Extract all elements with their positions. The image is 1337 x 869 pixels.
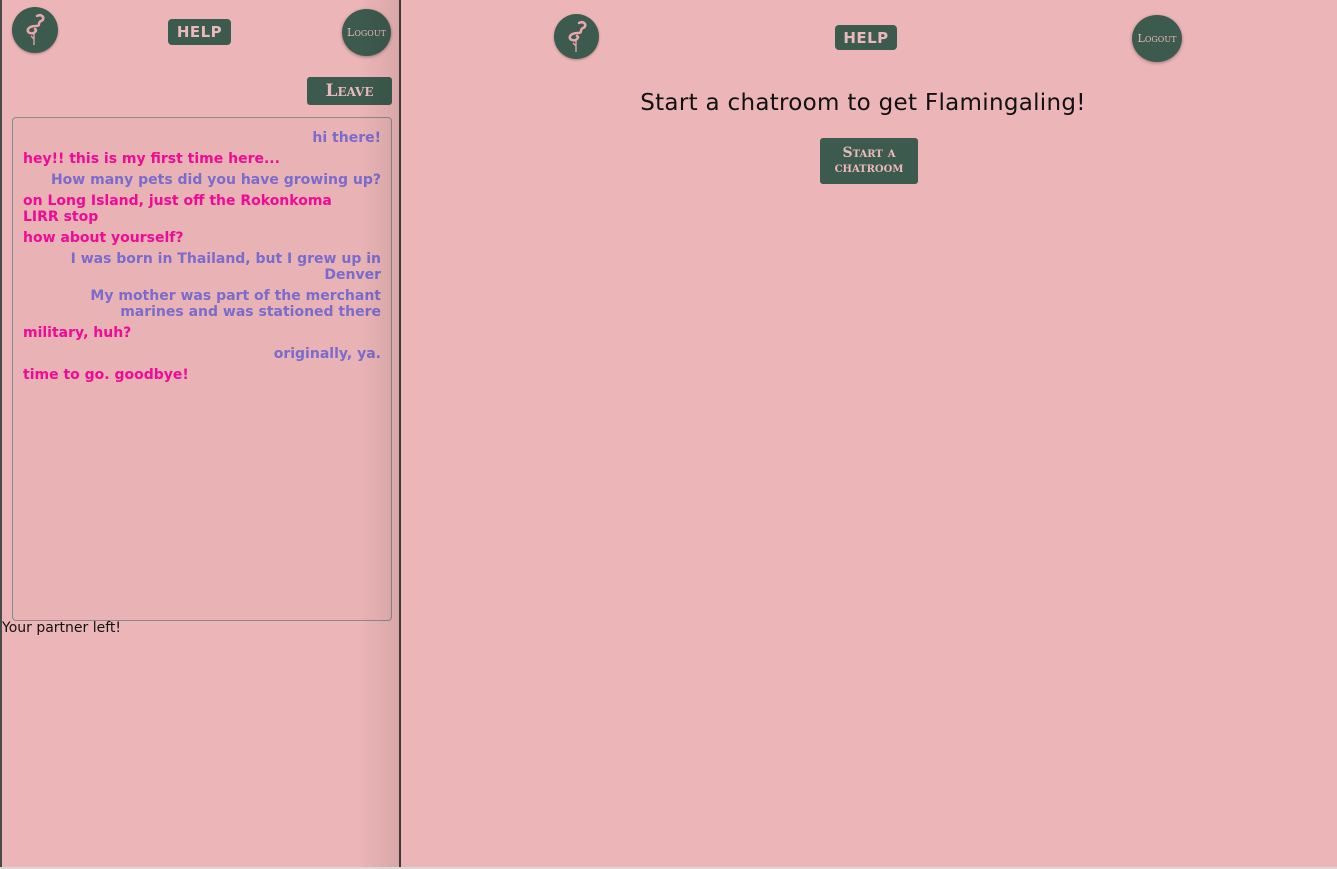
logout-button[interactable]: Logout [1132,15,1182,62]
logout-button[interactable]: Logout [342,9,391,56]
partner-message: hey!! this is my first time here... [23,151,280,167]
chat-log[interactable]: hi there! hey!! this is my first time her… [12,117,392,621]
status-message: Your partner left! [2,620,122,636]
my-message: My mother was part of the merchant marin… [90,288,381,320]
help-button[interactable]: HELP [168,19,231,45]
help-button[interactable]: HELP [835,25,897,50]
my-message: originally, ya. [273,346,381,362]
lobby-pane: HELP Logout Start a chatroom to get Flam… [403,0,1337,869]
message-list: hi there! hey!! this is my first time her… [23,130,381,383]
my-message: How many pets did you have growing up? [50,172,381,188]
chat-pane: HELP Logout Leave hi there! hey!! this is… [0,0,401,869]
partner-message: on Long Island, just off the Rokonkoma L… [23,193,332,225]
flamingo-icon [26,13,45,45]
start-chatroom-button[interactable]: Start a chatroom [820,138,918,184]
partner-message: how about yourself? [23,230,184,246]
flamingo-logo-button[interactable] [12,7,58,53]
partner-message: time to go. goodbye! [23,367,189,383]
lobby-headline: Start a chatroom to get Flamingaling! [640,90,1086,116]
my-message: I was born in Thailand, but I grew up in… [70,251,381,283]
flamingo-icon [568,20,587,52]
my-message: hi there! [312,130,381,146]
partner-message: military, huh? [23,325,132,341]
leave-button[interactable]: Leave [307,77,392,105]
flamingo-logo-button[interactable] [554,14,599,59]
